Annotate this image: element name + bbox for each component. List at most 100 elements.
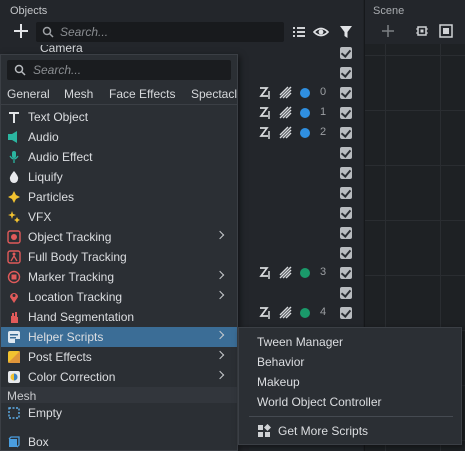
chevron-right-icon [215,270,225,280]
layers-icon [279,266,292,279]
scene-panel-title: Scene [373,5,405,17]
microphone-icon [9,151,19,163]
menu-item-label: Audio Effect [28,150,93,164]
menu-item-label: Audio [28,130,59,144]
z-order-icon [259,307,270,319]
menu-item-label: Hand Segmentation [28,310,135,324]
grid-icon [258,424,271,437]
visibility-checkbox[interactable] [340,227,352,239]
mesh-section-label: Mesh [7,389,37,403]
menu-search-box[interactable] [7,60,231,80]
scene-header: Scene [365,0,465,44]
helper-scripts-submenu: Tween Manager Behavior Makeup World Obje… [238,327,462,445]
submenu-item-label: Tween Manager [257,335,344,349]
menu-search-input[interactable] [33,62,223,78]
chevron-right-icon [215,330,225,340]
layer-number: 4 [320,306,327,318]
menu-item-label: Full Body Tracking [28,250,127,264]
objects-toolbar [0,20,363,44]
menu-item-marker-tracking[interactable]: Marker Tracking [1,267,237,287]
layer-number: 3 [320,266,327,278]
scene-chip-icon[interactable] [415,24,429,38]
submenu-item-makeup[interactable]: Makeup [239,372,461,392]
tab-general[interactable]: General [7,87,50,101]
visibility-checkbox[interactable] [340,107,352,119]
chevron-right-icon [215,370,225,380]
post-effects-icon [8,351,20,363]
visibility-checkbox[interactable] [340,287,352,299]
particles-icon [8,191,20,203]
search-icon [42,26,54,38]
menu-item-audio-effect[interactable]: Audio Effect [1,147,237,167]
menu-item-label: Object Tracking [28,230,112,244]
objects-search-input[interactable] [60,24,278,40]
visibility-checkbox[interactable] [340,127,352,139]
layer-color-dot [300,108,310,118]
submenu-item-label: Behavior [257,355,305,369]
z-order-icon [259,107,270,119]
menu-item-label: Liquify [28,170,63,184]
layer-color-dot [300,268,310,278]
menu-item-location-tracking[interactable]: Location Tracking [1,287,237,307]
visibility-checkbox[interactable] [340,207,352,219]
visibility-checkbox[interactable] [340,167,352,179]
add-object-menu: General Mesh Face Effects Spectacles Tex… [0,54,238,451]
filter-icon[interactable] [338,24,354,40]
visibility-checkbox[interactable] [340,267,352,279]
visibility-checkbox[interactable] [340,47,352,59]
submenu-item-tween-manager[interactable]: Tween Manager [239,332,461,352]
visibility-checkbox[interactable] [340,87,352,99]
menu-item-post-effects[interactable]: Post Effects [1,347,237,367]
layer-number: 2 [320,126,327,138]
menu-item-box[interactable]: Box [1,432,237,451]
submenu-item-behavior[interactable]: Behavior [239,352,461,372]
droplet-icon [9,171,19,183]
add-object-button[interactable] [12,22,30,40]
visibility-checkbox[interactable] [340,307,352,319]
menu-item-label: Location Tracking [28,290,123,304]
menu-item-label: Color Correction [28,370,116,384]
menu-item-helper-scripts[interactable]: Helper Scripts [1,327,237,347]
menu-item-label: Marker Tracking [28,270,115,284]
objects-panel-title: Objects [10,5,48,17]
get-more-scripts-button[interactable]: Get More Scripts [239,421,461,441]
menu-item-audio[interactable]: Audio [1,127,237,147]
menu-item-color-correction[interactable]: Color Correction [1,367,237,387]
objects-search-box[interactable] [36,22,284,42]
menu-item-full-body-tracking[interactable]: Full Body Tracking [1,247,237,267]
visibility-checkbox[interactable] [340,67,352,79]
menu-item-label: Empty [28,406,63,420]
mesh-section-header: Mesh [1,387,237,403]
tab-mesh[interactable]: Mesh [64,87,93,101]
menu-item-liquify[interactable]: Liquify [1,167,237,187]
scene-frame-icon[interactable] [439,24,453,38]
audio-icon [8,131,17,143]
menu-item-empty[interactable]: Empty [1,403,237,423]
z-order-icon [259,267,270,279]
menu-tabs: General Mesh Face Effects Spectacles [1,85,237,105]
marker-tracking-icon [7,270,21,284]
menu-item-label: Helper Scripts [28,330,104,344]
layers-icon [279,86,292,99]
submenu-divider [249,416,453,417]
menu-item-hand-segmentation[interactable]: Hand Segmentation [1,307,237,327]
sort-list-icon[interactable] [291,24,307,40]
visibility-checkbox[interactable] [340,147,352,159]
layer-color-dot [300,128,310,138]
chevron-right-icon [215,350,225,360]
eye-icon[interactable] [313,24,329,40]
chevron-right-icon [215,290,225,300]
tab-face-effects[interactable]: Face Effects [109,87,175,101]
visibility-checkbox[interactable] [340,187,352,199]
visibility-checkbox[interactable] [340,247,352,259]
body-tracking-icon [7,250,21,264]
menu-item-vfx[interactable]: VFX [1,207,237,227]
layers-icon [279,106,292,119]
menu-item-text-object[interactable]: Text Object [1,107,237,127]
submenu-item-world-object-controller[interactable]: World Object Controller [239,392,461,412]
layer-number: 1 [320,106,327,118]
tab-spectacles[interactable]: Spectacles [191,87,237,101]
scene-add-icon[interactable] [381,24,395,38]
menu-item-particles[interactable]: Particles [1,187,237,207]
menu-item-object-tracking[interactable]: Object Tracking [1,227,237,247]
